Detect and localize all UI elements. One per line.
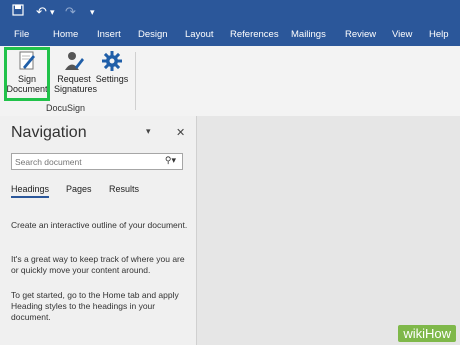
tab-layout[interactable]: Layout xyxy=(185,24,214,46)
group-separator xyxy=(135,52,136,110)
search-input[interactable] xyxy=(15,155,155,168)
nav-hint-3: To get started, go to the Home tab and a… xyxy=(11,290,179,322)
tab-file[interactable]: File xyxy=(14,24,29,46)
close-icon[interactable]: ✕ xyxy=(176,126,185,139)
group-label-docusign: DocuSign xyxy=(46,103,86,113)
settings-label: Settings xyxy=(95,74,129,84)
tab-insert[interactable]: Insert xyxy=(97,24,121,46)
tab-references[interactable]: References xyxy=(230,24,279,46)
tab-home[interactable]: Home xyxy=(53,24,78,46)
customize-icon[interactable]: ▾ xyxy=(90,4,95,20)
settings-button[interactable]: Settings xyxy=(95,50,129,84)
search-icon[interactable]: ⚲▾ xyxy=(165,155,176,166)
tab-design[interactable]: Design xyxy=(138,24,168,46)
highlight-box xyxy=(4,47,50,101)
gear-icon xyxy=(101,51,123,74)
redo-icon[interactable]: ↷ xyxy=(65,4,76,20)
wikihow-watermark: wikiHow xyxy=(398,325,456,342)
chevron-down-icon[interactable]: ▾ xyxy=(50,4,55,20)
tab-review[interactable]: Review xyxy=(345,24,376,46)
nav-title: Navigation xyxy=(11,124,87,141)
search-box[interactable]: ⚲▾ xyxy=(11,153,183,170)
tab-headings[interactable]: Headings xyxy=(11,184,50,198)
pane-options-icon[interactable]: ▾ xyxy=(146,126,151,137)
nav-hint-2: It's a great way to keep track of where … xyxy=(11,254,185,275)
request-signatures-label: Request Signatures xyxy=(54,74,98,94)
title-bar: ↶ ▾ ↷ ▾ xyxy=(0,0,460,24)
tab-pages[interactable]: Pages xyxy=(66,184,92,194)
request-signatures-icon xyxy=(63,52,85,74)
document-area[interactable] xyxy=(196,116,460,345)
ribbon: Sign Document Request Signatures Setting… xyxy=(0,46,460,117)
nav-hint-1: Create an interactive outline of your do… xyxy=(11,220,188,230)
navigation-pane: Navigation ▾ ✕ ⚲▾ Headings Pages Results… xyxy=(0,116,196,345)
tab-help[interactable]: Help xyxy=(429,24,449,46)
request-signatures-button[interactable]: Request Signatures xyxy=(54,50,98,94)
tab-view[interactable]: View xyxy=(392,24,412,46)
tab-mailings[interactable]: Mailings xyxy=(291,24,326,46)
undo-icon[interactable]: ↶ xyxy=(36,4,47,20)
ribbon-tabs: File Home Insert Design Layout Reference… xyxy=(0,24,460,46)
save-icon[interactable] xyxy=(12,4,24,20)
tab-results[interactable]: Results xyxy=(109,184,139,194)
